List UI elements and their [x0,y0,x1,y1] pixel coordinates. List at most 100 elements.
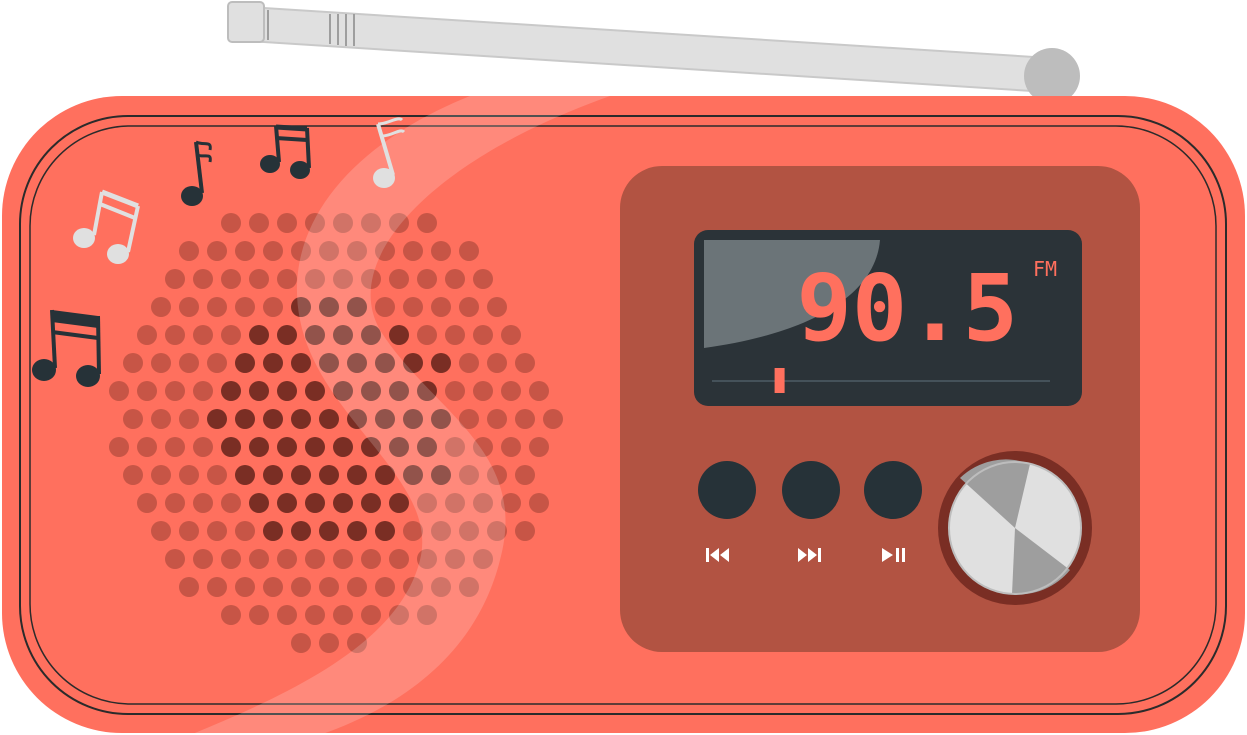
speaker-hole [389,269,409,289]
speaker-hole [193,549,213,569]
speaker-hole [165,269,185,289]
speaker-hole [515,353,535,373]
speaker-hole [207,241,227,261]
speaker-hole [431,297,451,317]
speaker-hole [347,577,367,597]
speaker-hole [529,381,549,401]
speaker-hole [249,325,269,345]
tuning-marker [774,368,785,393]
speaker-hole [501,325,521,345]
speaker-hole [193,437,213,457]
speaker-hole [305,549,325,569]
speaker-hole [193,493,213,513]
speaker-hole [221,213,241,233]
speaker-hole [221,325,241,345]
speaker-hole [333,493,353,513]
speaker-hole [361,493,381,513]
speaker-hole [319,409,339,429]
speaker-hole [109,437,129,457]
speaker-hole [165,493,185,513]
speaker-hole [403,297,423,317]
speaker-hole [193,381,213,401]
speaker-hole [417,269,437,289]
speaker-hole [291,577,311,597]
speaker-hole [277,493,297,513]
speaker-hole [501,381,521,401]
speaker-hole [207,409,227,429]
speaker-hole [235,521,255,541]
speaker-hole [179,465,199,485]
speaker-hole [375,297,395,317]
speaker-hole [347,521,367,541]
speaker-hole [459,241,479,261]
speaker-hole [263,297,283,317]
speaker-hole [445,269,465,289]
radio-illustration: 90.5 FM [2,1,1245,735]
speaker-hole [333,549,353,569]
speaker-hole [263,521,283,541]
speaker-hole [333,437,353,457]
speaker-hole [151,297,171,317]
speaker-hole [319,521,339,541]
speaker-hole [207,353,227,373]
speaker-hole [123,353,143,373]
speaker-hole [305,493,325,513]
speaker-hole [291,353,311,373]
speaker-hole [361,605,381,625]
antenna [227,1,1080,104]
speaker-hole [221,437,241,457]
speaker-hole [249,493,269,513]
speaker-hole [277,213,297,233]
speaker-hole [403,241,423,261]
speaker-hole [179,241,199,261]
speaker-hole [235,409,255,429]
speaker-hole [277,325,297,345]
speaker-hole [179,297,199,317]
speaker-hole [165,437,185,457]
speaker-hole [221,549,241,569]
speaker-hole [277,269,297,289]
speaker-hole [389,493,409,513]
speaker-hole [417,213,437,233]
speaker-hole [459,297,479,317]
speaker-hole [263,353,283,373]
speaker-hole [165,381,185,401]
speaker-hole [305,437,325,457]
lcd-display: 90.5 FM [694,230,1082,406]
speaker-hole [445,325,465,345]
speaker-hole [179,521,199,541]
band-indicator: FM [1033,257,1057,281]
speaker-hole [305,605,325,625]
speaker-hole [291,633,311,653]
speaker-hole [431,353,451,373]
speaker-hole [277,381,297,401]
speaker-hole [165,325,185,345]
speaker-hole [459,353,479,373]
volume-knob[interactable] [938,451,1092,605]
speaker-hole [137,325,157,345]
speaker-hole [277,437,297,457]
speaker-hole [151,521,171,541]
frequency-readout: 90.5 [796,255,1018,362]
speaker-hole [291,521,311,541]
speaker-hole [291,409,311,429]
speaker-hole [529,493,549,513]
speaker-hole [235,577,255,597]
speaker-hole [249,381,269,401]
speaker-hole [207,577,227,597]
speaker-hole [249,213,269,233]
speaker-hole [249,605,269,625]
speaker-hole [263,241,283,261]
speaker-hole [249,549,269,569]
speaker-hole [487,353,507,373]
speaker-hole [221,269,241,289]
speaker-hole [235,465,255,485]
speaker-hole [487,409,507,429]
speaker-hole [137,381,157,401]
speaker-hole [207,297,227,317]
speaker-hole [263,409,283,429]
speaker-hole [389,325,409,345]
speaker-hole [277,549,297,569]
speaker-hole [137,493,157,513]
speaker-hole [403,521,423,541]
